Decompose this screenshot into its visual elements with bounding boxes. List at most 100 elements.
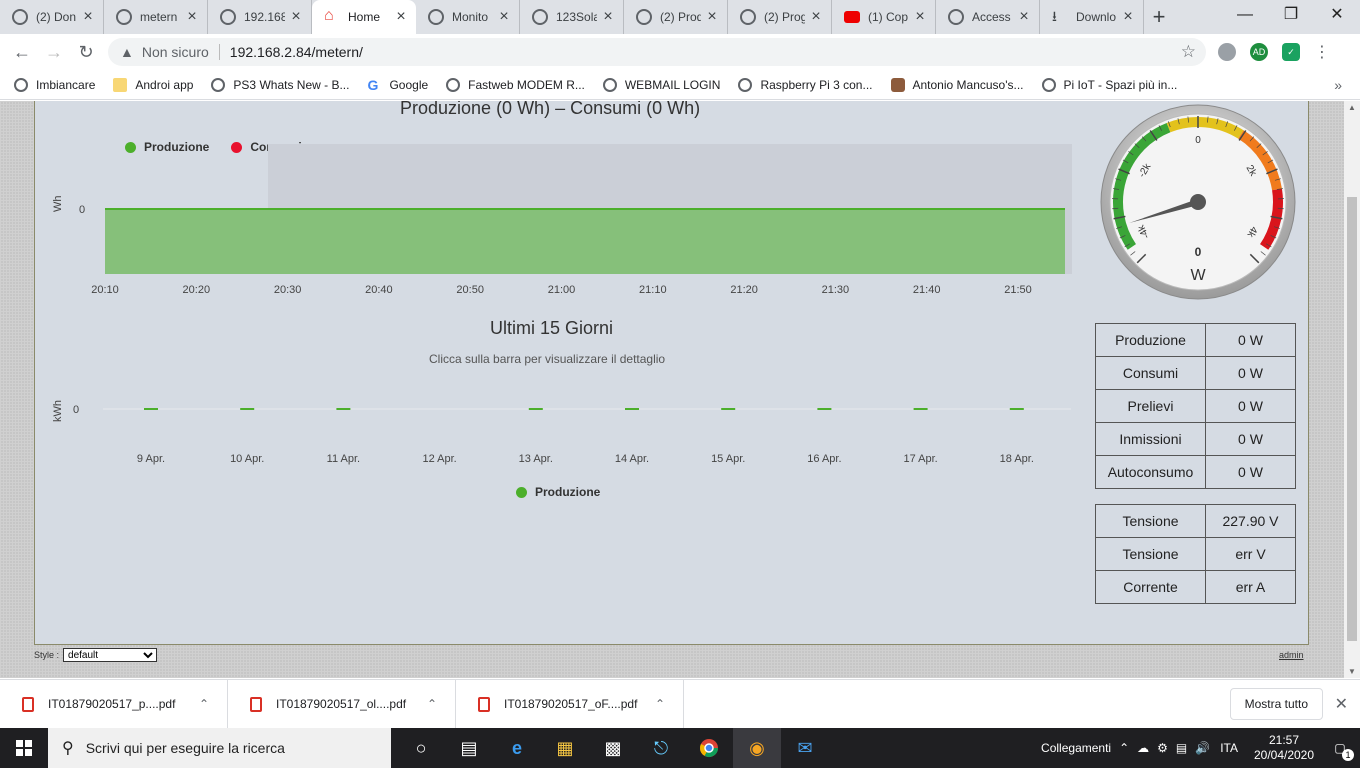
bar-produzione[interactable] xyxy=(144,408,158,410)
restore-icon[interactable]: ❐ xyxy=(1268,0,1314,30)
task-view-icon[interactable]: ▤ xyxy=(445,728,493,768)
bookmark-item[interactable]: Pi IoT - Spazi più in... xyxy=(1041,77,1177,92)
bar-produzione[interactable] xyxy=(913,408,928,410)
chevron-up-icon[interactable]: ⌃ xyxy=(199,697,209,711)
bar-produzione[interactable] xyxy=(528,408,543,410)
forward-button[interactable]: → xyxy=(38,42,70,63)
minimize-icon[interactable]: — xyxy=(1222,0,1268,30)
download-item[interactable]: IT01879020517_ol....pdf ⌃ xyxy=(228,679,456,729)
file-explorer-icon[interactable]: ▦ xyxy=(541,728,589,768)
browser-tab[interactable]: (1) Cop × xyxy=(832,0,936,34)
browser-tab[interactable]: ⌂ Home × xyxy=(312,0,416,34)
tab-close-icon[interactable]: × xyxy=(809,8,823,26)
bookmark-item[interactable]: PS3 Whats New - B... xyxy=(211,77,349,92)
bar-produzione[interactable] xyxy=(817,408,832,410)
browser-tab[interactable]: 192.168 × xyxy=(208,0,312,34)
brave-icon[interactable]: ◉ xyxy=(733,728,781,768)
bookmark-label: Fastweb MODEM R... xyxy=(468,77,585,92)
browser-tab[interactable]: (2) Prod × xyxy=(624,0,728,34)
tab-close-icon[interactable]: × xyxy=(81,8,95,26)
cortana-icon[interactable]: ○ xyxy=(397,728,445,768)
store-icon[interactable]: ▩ xyxy=(589,728,637,768)
browser-tab[interactable]: ⭳ Downlo × xyxy=(1040,0,1144,34)
scroll-down-icon[interactable]: ▼ xyxy=(1348,667,1356,676)
clock[interactable]: 21:57 20/04/2020 xyxy=(1248,733,1320,763)
admin-link[interactable]: admin xyxy=(1279,650,1304,660)
bookmark-item[interactable]: WEBMAIL LOGIN xyxy=(602,77,720,92)
style-select[interactable]: default xyxy=(63,648,158,662)
scrollbar-thumb[interactable] xyxy=(1347,197,1357,641)
bookmark-item[interactable]: Fastweb MODEM R... xyxy=(446,77,585,92)
cloud-icon[interactable]: ☁ xyxy=(1137,741,1149,755)
omnibox[interactable]: ▲ Non sicuro 192.168.2.84/metern/ ☆ xyxy=(108,38,1206,66)
tab-close-icon[interactable]: × xyxy=(289,8,303,26)
tab-close-icon[interactable]: × xyxy=(394,8,408,26)
new-tab-button[interactable]: + xyxy=(1144,0,1174,34)
browser-tab[interactable]: metern × xyxy=(104,0,208,34)
menu-dots-icon[interactable]: ⋮ xyxy=(1314,42,1330,62)
scroll-up-icon[interactable]: ▲ xyxy=(1348,103,1356,112)
download-item[interactable]: IT01879020517_p....pdf ⌃ xyxy=(0,679,228,729)
globe-icon xyxy=(738,77,753,92)
close-downloads-icon[interactable]: ✕ xyxy=(1335,694,1348,714)
mail-icon[interactable]: ✉ xyxy=(781,728,829,768)
bar-produzione[interactable] xyxy=(721,408,736,410)
security-label[interactable]: Non sicuro xyxy=(142,44,209,60)
back-button[interactable]: ← xyxy=(6,42,38,63)
taskbar-search[interactable]: ⚲ Scrivi qui per eseguire la ricerca xyxy=(48,728,391,768)
network-app-icon[interactable]: ⎋ xyxy=(637,728,685,768)
language-indicator[interactable]: ITA xyxy=(1220,741,1238,755)
url-text[interactable]: 192.168.2.84/metern/ xyxy=(230,44,1181,60)
bar-produzione[interactable] xyxy=(336,408,351,410)
gear-icon[interactable]: ⚙ xyxy=(1157,741,1168,755)
browser-tab[interactable]: (2) Prog × xyxy=(728,0,832,34)
tray-expand-icon[interactable]: ⌃ xyxy=(1119,741,1129,755)
chevron-up-icon[interactable]: ⌃ xyxy=(427,697,437,711)
bookmark-item[interactable]: Antonio Mancuso's... xyxy=(890,77,1024,92)
tab-close-icon[interactable]: × xyxy=(497,8,511,26)
tab-close-icon[interactable]: × xyxy=(1121,8,1135,26)
bar-produzione[interactable] xyxy=(240,408,255,410)
profile-avatar[interactable]: AD xyxy=(1250,43,1268,61)
legend-label-produzione[interactable]: Produzione xyxy=(535,485,600,499)
chart1-area[interactable]: 0 20:10 20:20 20:30 20:40 20:50 21:00 21:10 21:2… xyxy=(35,101,1095,302)
browser-tab[interactable]: (2) Don × xyxy=(0,0,104,34)
chevron-up-icon[interactable]: ⌃ xyxy=(655,697,665,711)
tab-close-icon[interactable]: × xyxy=(1017,8,1031,26)
edge-icon[interactable]: e xyxy=(493,728,541,768)
tab-close-icon[interactable]: × xyxy=(185,8,199,26)
tab-close-icon[interactable]: × xyxy=(913,8,927,26)
tray-label[interactable]: Collegamenti xyxy=(1041,741,1111,755)
download-item[interactable]: IT01879020517_oF....pdf ⌃ xyxy=(456,679,684,729)
bookmarks-more-icon[interactable]: » xyxy=(1334,77,1342,93)
x-tick-label: 11 Apr. xyxy=(327,453,360,465)
volume-icon[interactable]: 🔊 xyxy=(1195,741,1210,755)
x-tick-label: 20:50 xyxy=(456,284,484,296)
notification-icon[interactable]: ▢ 1 xyxy=(1320,741,1360,761)
tab-close-icon[interactable]: × xyxy=(601,8,615,26)
close-window-icon[interactable]: ✕ xyxy=(1314,0,1360,30)
bar-produzione[interactable] xyxy=(625,408,639,410)
shield-icon[interactable]: ✓ xyxy=(1282,43,1300,61)
windows-start-icon[interactable] xyxy=(0,728,48,768)
bookmark-star-icon[interactable]: ☆ xyxy=(1181,42,1196,62)
chart2-bars[interactable]: 0 9 Apr. 10 Apr. 11 Apr. 12 Apr. 13 Apr. 14 Ap… xyxy=(35,382,1095,482)
reload-button[interactable]: ↻ xyxy=(70,42,102,63)
network-icon[interactable]: ▤ xyxy=(1176,741,1187,755)
page-scrollbar[interactable]: ▲ ▼ xyxy=(1344,101,1360,678)
tab-close-icon[interactable]: × xyxy=(705,8,719,26)
x-tick-label: 15 Apr. xyxy=(711,453,745,465)
stats-row: Autoconsumo 0 W xyxy=(1095,455,1296,489)
bookmark-item[interactable]: Imbiancare xyxy=(14,77,95,92)
chrome-icon[interactable] xyxy=(685,728,733,768)
browser-tab[interactable]: Monito × xyxy=(416,0,520,34)
bar-produzione[interactable] xyxy=(1009,408,1024,410)
bookmark-item[interactable]: Androi app xyxy=(113,77,193,92)
browser-tab[interactable]: Access × xyxy=(936,0,1040,34)
area-produzione[interactable] xyxy=(105,209,1065,274)
browser-tab[interactable]: 123Sola × xyxy=(520,0,624,34)
bookmark-item[interactable]: G Google xyxy=(367,78,428,92)
bookmark-item[interactable]: Raspberry Pi 3 con... xyxy=(738,77,873,92)
show-all-downloads-button[interactable]: Mostra tutto xyxy=(1229,688,1323,720)
extension-icon[interactable] xyxy=(1218,43,1236,61)
